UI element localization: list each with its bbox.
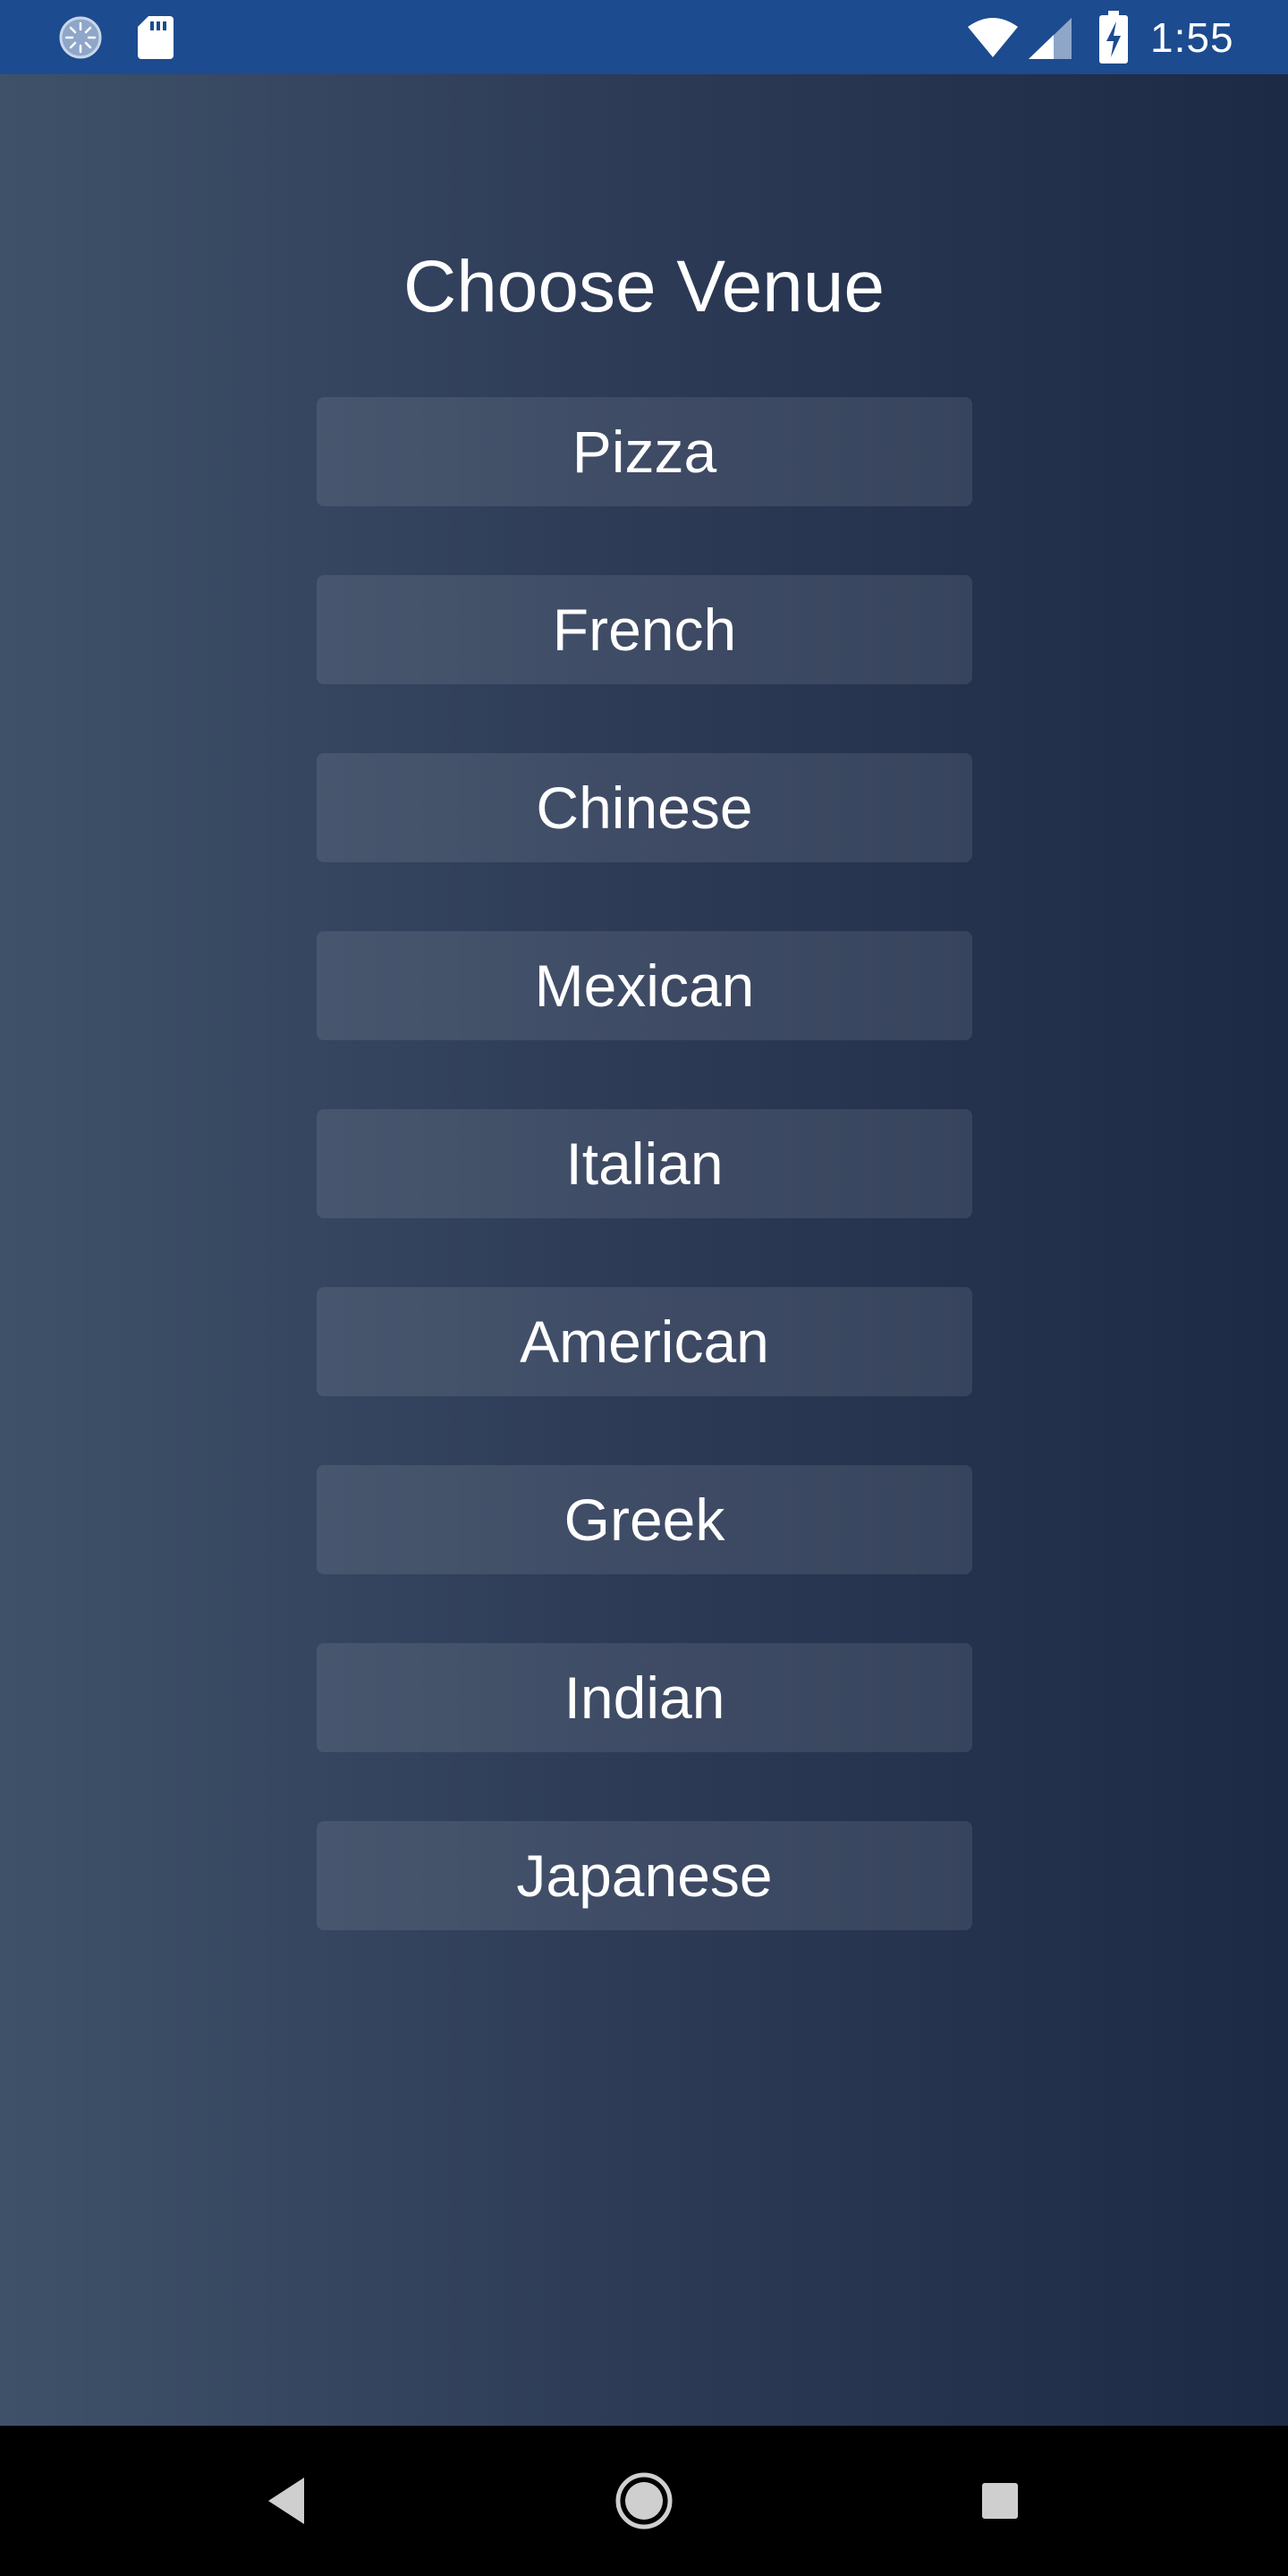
venue-chooser-screen: Choose Venue Pizza French Chinese Mexica… [0, 74, 1288, 2426]
navigation-bar [0, 2426, 1288, 2576]
list-item: Pizza [317, 397, 972, 506]
sd-card-icon [138, 16, 174, 59]
venue-button-pizza[interactable]: Pizza [317, 397, 972, 506]
venue-button-chinese[interactable]: Chinese [317, 753, 972, 862]
home-icon[interactable] [614, 2470, 674, 2531]
page-title: Choose Venue [402, 246, 885, 327]
list-item: Italian [317, 1109, 972, 1218]
wifi-icon [968, 18, 1018, 57]
recents-icon[interactable] [980, 2481, 1020, 2521]
list-item: Greek [317, 1465, 972, 1574]
list-item: American [317, 1287, 972, 1396]
sync-icon [59, 16, 102, 59]
status-time: 1:55 [1150, 14, 1234, 61]
phone-screen: 1:55 Choose Venue Pizza French Chinese M… [0, 0, 1288, 2576]
cell-signal-icon [1029, 18, 1072, 59]
venue-button-italian[interactable]: Italian [317, 1109, 972, 1218]
venue-button-mexican[interactable]: Mexican [317, 931, 972, 1040]
venue-button-french[interactable]: French [317, 575, 972, 684]
venue-list: Pizza French Chinese Mexican Italian Ame… [317, 397, 972, 1999]
list-item: Chinese [317, 753, 972, 862]
venue-button-indian[interactable]: Indian [317, 1643, 972, 1752]
venue-button-greek[interactable]: Greek [317, 1465, 972, 1574]
battery-charging-icon [1099, 11, 1128, 64]
back-icon[interactable] [263, 2472, 309, 2529]
venue-button-american[interactable]: American [317, 1287, 972, 1396]
status-bar: 1:55 [0, 0, 1288, 74]
list-item: Mexican [317, 931, 972, 1040]
list-item: Japanese [317, 1821, 972, 1930]
venue-button-japanese[interactable]: Japanese [317, 1821, 972, 1930]
list-item: Indian [317, 1643, 972, 1752]
list-item: French [317, 575, 972, 684]
